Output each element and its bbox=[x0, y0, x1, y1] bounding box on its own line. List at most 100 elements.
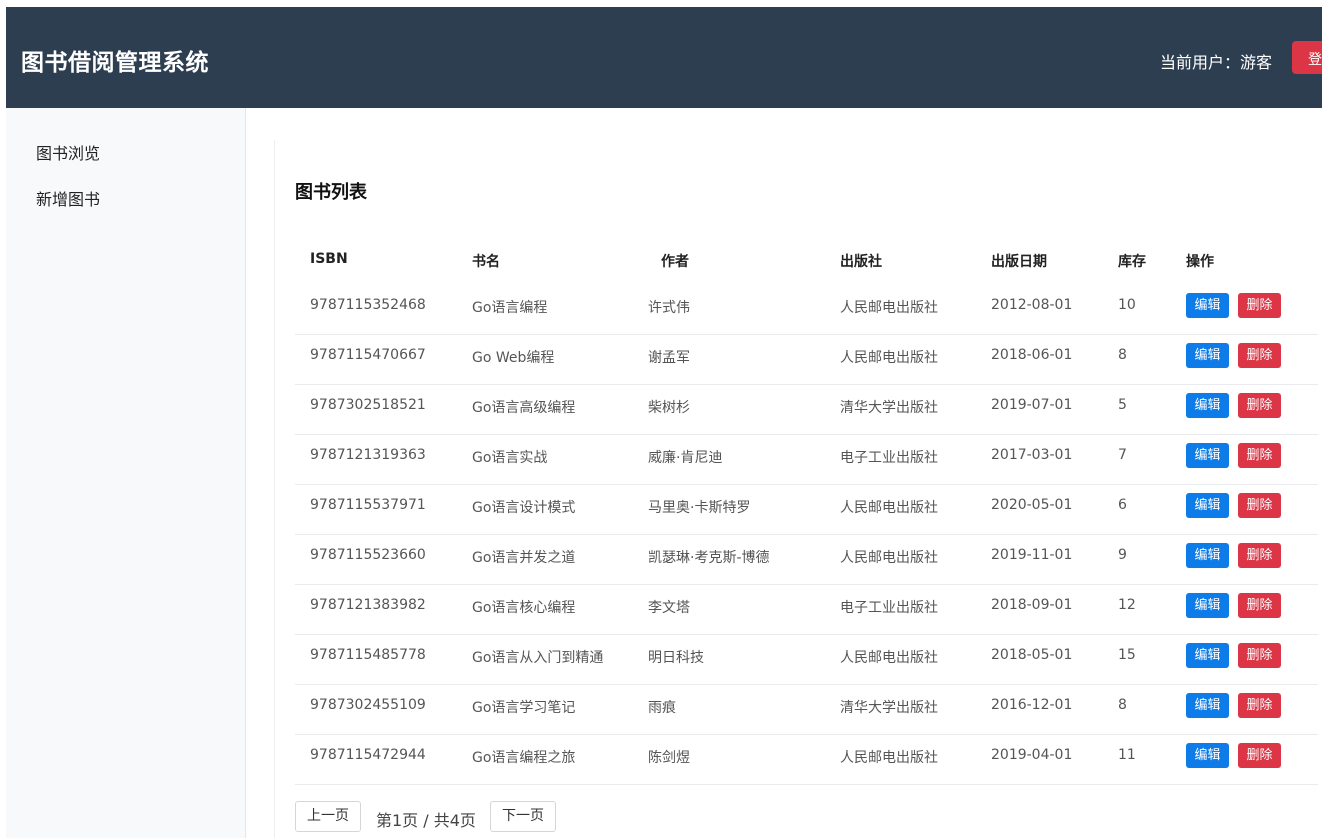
edit-button[interactable]: 编辑 bbox=[1186, 643, 1229, 668]
cell-publisher: 人民邮电出版社 bbox=[840, 550, 938, 566]
column-header-isbn: ISBN bbox=[310, 251, 348, 267]
table-row: 9787115352468 Go语言编程 许式伟 人民邮电出版社 2012-08-01 1… bbox=[295, 285, 1318, 335]
cell-author: 凯瑟琳·考克斯-博德 bbox=[648, 550, 770, 566]
table-header: ISBN 书名 作者 出版社 出版日期 库存 操作 bbox=[295, 235, 1318, 285]
content-divider bbox=[274, 140, 275, 838]
cell-author: 马里奥·卡斯特罗 bbox=[648, 500, 751, 516]
cell-publisher: 清华大学出版社 bbox=[840, 700, 938, 716]
cell-date: 2019-11-01 bbox=[991, 547, 1073, 563]
edit-button[interactable]: 编辑 bbox=[1186, 443, 1229, 468]
cell-author: 雨痕 bbox=[648, 700, 676, 716]
cell-date: 2017-03-01 bbox=[991, 447, 1073, 463]
cell-date: 2018-09-01 bbox=[991, 597, 1073, 613]
cell-publisher: 电子工业出版社 bbox=[840, 600, 938, 616]
table-row: 9787302518521 Go语言高级编程 柴树杉 清华大学出版社 2019-07-0… bbox=[295, 385, 1318, 435]
cell-stock: 8 bbox=[1118, 697, 1127, 713]
column-header-stock: 库存 bbox=[1118, 254, 1146, 270]
delete-button[interactable]: 删除 bbox=[1238, 343, 1281, 368]
edit-button[interactable]: 编辑 bbox=[1186, 293, 1229, 318]
delete-button[interactable]: 删除 bbox=[1238, 543, 1281, 568]
cell-isbn: 9787115537971 bbox=[310, 497, 426, 513]
table-row: 9787115485778 Go语言从入门到精通 明日科技 人民邮电出版社 2018-0… bbox=[295, 635, 1318, 685]
edit-button[interactable]: 编辑 bbox=[1186, 743, 1229, 768]
table-row: 9787121319363 Go语言实战 威廉·肯尼迪 电子工业出版社 2017-03-… bbox=[295, 435, 1318, 485]
sidebar-item-browse-books[interactable]: 图书浏览 bbox=[36, 140, 100, 164]
cell-stock: 6 bbox=[1118, 497, 1127, 513]
cell-publisher: 人民邮电出版社 bbox=[840, 750, 938, 766]
delete-button[interactable]: 删除 bbox=[1238, 493, 1281, 518]
cell-stock: 5 bbox=[1118, 397, 1127, 413]
cell-publisher: 清华大学出版社 bbox=[840, 400, 938, 416]
cell-title: Go语言高级编程 bbox=[472, 400, 576, 416]
delete-button[interactable]: 删除 bbox=[1238, 643, 1281, 668]
sidebar-item-add-book[interactable]: 新增图书 bbox=[36, 186, 100, 210]
cell-isbn: 9787115470667 bbox=[310, 347, 426, 363]
table-row: 9787121383982 Go语言核心编程 李文塔 电子工业出版社 2018-09-0… bbox=[295, 585, 1318, 635]
cell-date: 2016-12-01 bbox=[991, 697, 1073, 713]
login-button[interactable]: 登录 bbox=[1292, 41, 1322, 74]
cell-title: Go语言实战 bbox=[472, 450, 548, 466]
cell-author: 柴树杉 bbox=[648, 400, 690, 416]
cell-isbn: 9787121383982 bbox=[310, 597, 426, 613]
cell-isbn: 9787115472944 bbox=[310, 747, 426, 763]
current-user-label: 当前用户：游客 bbox=[1160, 53, 1273, 72]
cell-title: Go语言学习笔记 bbox=[472, 700, 576, 716]
column-header-title: 书名 bbox=[472, 254, 500, 270]
table-row: 9787115537971 Go语言设计模式 马里奥·卡斯特罗 人民邮电出版社 2020… bbox=[295, 485, 1318, 535]
delete-button[interactable]: 删除 bbox=[1238, 593, 1281, 618]
next-page-button[interactable]: 下一页 bbox=[490, 801, 556, 832]
cell-publisher: 人民邮电出版社 bbox=[840, 650, 938, 666]
cell-date: 2018-05-01 bbox=[991, 647, 1073, 663]
column-header-date: 出版日期 bbox=[991, 254, 1047, 270]
table-row: 9787302455109 Go语言学习笔记 雨痕 清华大学出版社 2016-12-01… bbox=[295, 685, 1318, 735]
window-top-margin bbox=[0, 0, 1322, 7]
cell-publisher: 人民邮电出版社 bbox=[840, 500, 938, 516]
column-header-actions: 操作 bbox=[1186, 254, 1214, 270]
cell-date: 2012-08-01 bbox=[991, 297, 1073, 313]
cell-title: Go语言并发之道 bbox=[472, 550, 576, 566]
delete-button[interactable]: 删除 bbox=[1238, 293, 1281, 318]
app-title: 图书借阅管理系统 bbox=[21, 50, 209, 76]
cell-title: Go语言设计模式 bbox=[472, 500, 576, 516]
cell-stock: 11 bbox=[1118, 747, 1136, 763]
delete-button[interactable]: 删除 bbox=[1238, 443, 1281, 468]
cell-author: 许式伟 bbox=[648, 300, 690, 316]
page-title: 图书列表 bbox=[295, 182, 367, 203]
cell-author: 谢孟军 bbox=[648, 350, 690, 366]
cell-stock: 8 bbox=[1118, 347, 1127, 363]
column-header-author: 作者 bbox=[661, 254, 689, 270]
cell-stock: 7 bbox=[1118, 447, 1127, 463]
prev-page-button[interactable]: 上一页 bbox=[295, 801, 361, 832]
cell-isbn: 9787115523660 bbox=[310, 547, 426, 563]
table-row: 9787115470667 Go Web编程 谢孟军 人民邮电出版社 2018-06-0… bbox=[295, 335, 1318, 385]
edit-button[interactable]: 编辑 bbox=[1186, 393, 1229, 418]
column-header-publisher: 出版社 bbox=[840, 254, 882, 270]
edit-button[interactable]: 编辑 bbox=[1186, 493, 1229, 518]
cell-title: Go Web编程 bbox=[472, 350, 555, 366]
cell-date: 2019-04-01 bbox=[991, 747, 1073, 763]
cell-author: 李文塔 bbox=[648, 600, 690, 616]
delete-button[interactable]: 删除 bbox=[1238, 743, 1281, 768]
cell-stock: 12 bbox=[1118, 597, 1136, 613]
cell-isbn: 9787121319363 bbox=[310, 447, 426, 463]
cell-author: 威廉·肯尼迪 bbox=[648, 450, 723, 466]
cell-stock: 9 bbox=[1118, 547, 1127, 563]
cell-stock: 15 bbox=[1118, 647, 1136, 663]
table-body: 9787115352468 Go语言编程 许式伟 人民邮电出版社 2012-08-01 1… bbox=[295, 285, 1318, 785]
app-header: 图书借阅管理系统 当前用户：游客 登录 bbox=[6, 7, 1322, 108]
table-row: 9787115472944 Go语言编程之旅 陈剑煜 人民邮电出版社 2019-04-0… bbox=[295, 735, 1318, 785]
cell-date: 2019-07-01 bbox=[991, 397, 1073, 413]
edit-button[interactable]: 编辑 bbox=[1186, 343, 1229, 368]
cell-publisher: 电子工业出版社 bbox=[840, 450, 938, 466]
delete-button[interactable]: 删除 bbox=[1238, 693, 1281, 718]
delete-button[interactable]: 删除 bbox=[1238, 393, 1281, 418]
sidebar: 图书浏览 新增图书 bbox=[6, 108, 246, 838]
edit-button[interactable]: 编辑 bbox=[1186, 693, 1229, 718]
cell-isbn: 9787302518521 bbox=[310, 397, 426, 413]
cell-title: Go语言核心编程 bbox=[472, 600, 576, 616]
edit-button[interactable]: 编辑 bbox=[1186, 543, 1229, 568]
cell-title: Go语言从入门到精通 bbox=[472, 650, 604, 666]
cell-isbn: 9787115485778 bbox=[310, 647, 426, 663]
edit-button[interactable]: 编辑 bbox=[1186, 593, 1229, 618]
cell-publisher: 人民邮电出版社 bbox=[840, 350, 938, 366]
